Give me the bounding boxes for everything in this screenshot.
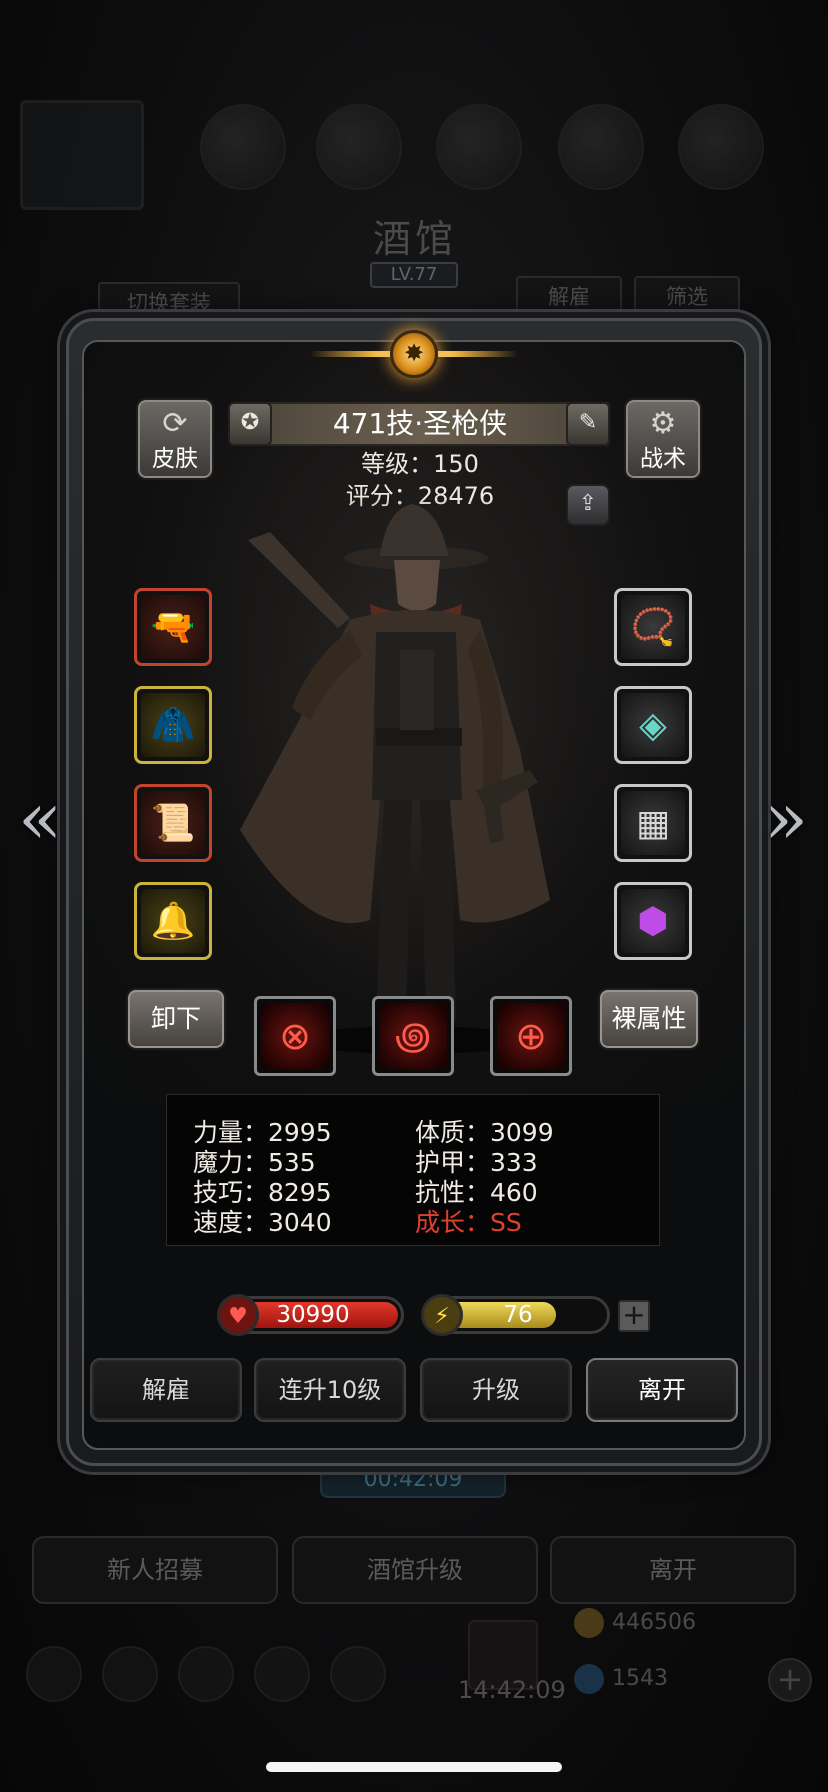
chainmail-icon: ▦ (621, 791, 685, 855)
equip-slot-gem[interactable]: ⬢ (614, 882, 692, 960)
bg-dock-icon (330, 1646, 386, 1702)
bg-filter-button: 筛选 (634, 276, 740, 318)
level-up-10-button[interactable]: 连升10级 (254, 1358, 406, 1422)
skin-button[interactable]: ⟳ 皮肤 (136, 398, 214, 480)
bg-dock-icon (26, 1646, 82, 1702)
bg-add-currency-icon: + (768, 1658, 812, 1702)
crest-ornament: ✸ (310, 326, 518, 384)
bg-clock: 14:42:09 (458, 1676, 566, 1704)
hero-level: 等级：150 (361, 450, 479, 478)
cloak-icon: 🧥 (141, 693, 205, 757)
pistol-icon: 🔫 (141, 595, 205, 659)
scroll-icon: 📜 (141, 791, 205, 855)
equip-slot-trinket[interactable]: 🔔 (134, 882, 212, 960)
equip-slot-ring[interactable]: ▦ (614, 784, 692, 862)
skill-slot-2[interactable]: ꩜ (372, 996, 454, 1076)
previous-hero-arrow-icon[interactable]: « (10, 778, 70, 858)
gear-icon: ⚙ (649, 406, 677, 441)
tactics-button-label: 战术 (640, 446, 686, 472)
skill-slot-1[interactable]: ⊗ (254, 996, 336, 1076)
bell-icon: 🔔 (141, 889, 205, 953)
bg-dock-icon (178, 1646, 234, 1702)
leave-button[interactable]: 离开 (586, 1358, 738, 1422)
swirl-skill-icon: ꩜ (379, 1003, 447, 1069)
equip-slot-weapon[interactable]: 🔫 (134, 588, 212, 666)
medal-icon[interactable]: ✪ (228, 402, 272, 446)
bg-hero-portrait (20, 100, 144, 210)
edit-icon[interactable]: ✎ (566, 402, 610, 446)
hero-illustration (200, 500, 600, 1080)
hero-name: 471技·圣枪侠 (332, 407, 508, 440)
bg-tavern-level: LV.77 (370, 262, 458, 288)
bg-menu-icon (558, 104, 644, 190)
chain-necklace-icon: 📿 (621, 595, 685, 659)
add-energy-button[interactable]: + (618, 1300, 650, 1332)
unequip-button[interactable]: 卸下 (126, 988, 226, 1050)
bg-menu-icon (436, 104, 522, 190)
stat-growth: 成长：SS (415, 1208, 522, 1237)
bg-dismiss-button: 解雇 (516, 276, 622, 318)
target-skill-icon: ⊕ (497, 1003, 565, 1069)
bg-dock-icon (254, 1646, 310, 1702)
hp-bar: 30990 ♥ (217, 1294, 404, 1336)
tactics-button[interactable]: ⚙ 战术 (624, 398, 702, 480)
level-up-button[interactable]: 升级 (420, 1358, 572, 1422)
refresh-icon: ⟳ (162, 406, 188, 441)
bg-gold-amount: 446506 (574, 1608, 696, 1638)
bg-menu-icon (200, 104, 286, 190)
skill-slot-3[interactable]: ⊕ (490, 996, 572, 1076)
base-attributes-button[interactable]: 裸属性 (598, 988, 700, 1050)
bg-menu-icon (678, 104, 764, 190)
bg-tavern-title: 酒馆 (372, 217, 457, 261)
skin-button-label: 皮肤 (152, 446, 198, 472)
next-hero-arrow-icon[interactable]: » (756, 778, 816, 858)
stat-speed: 速度：3040 (193, 1208, 332, 1237)
crest-emblem-icon: ✸ (390, 330, 438, 378)
bg-gem-amount: 1543 (574, 1664, 668, 1694)
home-indicator (266, 1762, 562, 1772)
equip-slot-amulet[interactable]: ◈ (614, 686, 692, 764)
bg-upgrade-tavern-button: 酒馆升级 (292, 1536, 538, 1604)
bg-recruit-button: 新人招募 (32, 1536, 278, 1604)
crystal-amulet-icon: ◈ (621, 693, 685, 757)
bg-dock-icon (102, 1646, 158, 1702)
purple-gem-icon: ⬢ (621, 889, 685, 953)
equip-slot-necklace[interactable]: 📿 (614, 588, 692, 666)
crosshair-skill-icon: ⊗ (261, 1003, 329, 1069)
bg-timer: 00:42:09 (320, 1462, 506, 1498)
bg-leave-button: 离开 (550, 1536, 796, 1604)
bg-menu-icon (316, 104, 402, 190)
energy-bar: 76 ⚡ (421, 1294, 610, 1336)
heart-icon: ♥ (217, 1294, 259, 1336)
lightning-icon: ⚡ (421, 1294, 463, 1336)
stats-panel: 力量：2995 体质：3099 魔力：535 护甲：333 技巧：8295 抗性… (166, 1094, 660, 1246)
dismiss-button[interactable]: 解雇 (90, 1358, 242, 1422)
equip-slot-offhand[interactable]: 📜 (134, 784, 212, 862)
equip-slot-armor[interactable]: 🧥 (134, 686, 212, 764)
